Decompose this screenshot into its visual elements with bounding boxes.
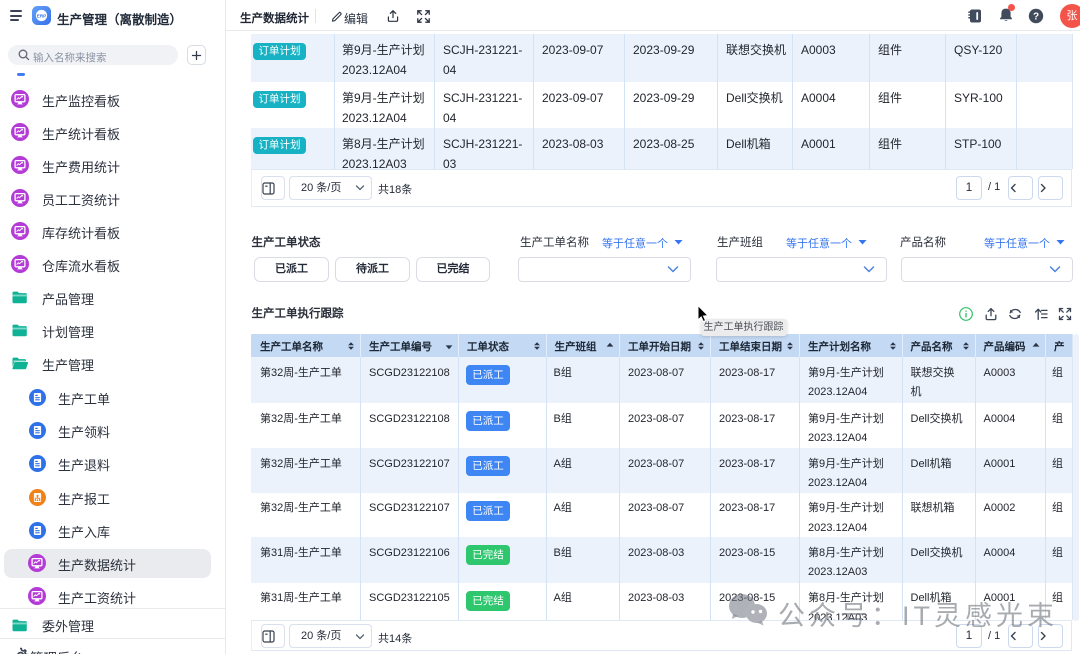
svg-text:ERP: ERP	[36, 13, 45, 18]
svg-text:?: ?	[1033, 11, 1039, 22]
